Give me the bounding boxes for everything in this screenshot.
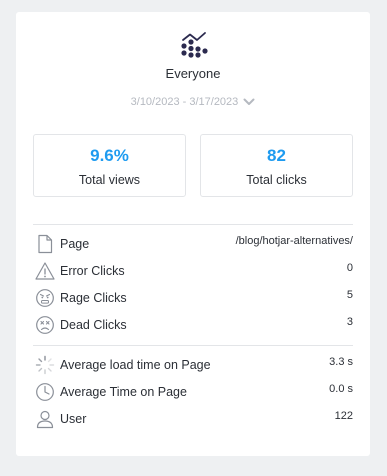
avg-time-on-page-row: Average Time on Page 0.0 s (33, 380, 353, 404)
page-row: Page /blog/hotjar-alternatives/ (33, 232, 353, 256)
user-value: 122 (334, 410, 353, 422)
error-clicks-row: Error Clicks 0 (33, 259, 353, 283)
divider (33, 224, 353, 225)
total-clicks-value: 82 (267, 146, 286, 165)
user-label: User (60, 412, 87, 426)
page-value: /blog/hotjar-alternatives/ (235, 235, 353, 247)
page-label: Page (60, 237, 90, 251)
sad-face-icon (36, 316, 54, 334)
heatmap-info-card: Everyone 3/10/2023 - 3/17/2023 9.6% Tota… (16, 12, 370, 456)
rage-clicks-row: Rage Clicks 5 (33, 286, 353, 310)
segment-chart-icon (181, 32, 208, 58)
date-range-text: 3/10/2023 - 3/17/2023 (130, 96, 239, 108)
rage-clicks-label: Rage Clicks (60, 291, 127, 305)
user-row: User 122 (33, 407, 353, 431)
dead-clicks-value: 3 (346, 316, 353, 328)
divider (33, 345, 353, 346)
avg-load-time-row: Average load time on Page 3.3 s (33, 353, 353, 377)
avg-time-on-page-label: Average Time on Page (60, 385, 187, 399)
page-icon (38, 234, 53, 254)
loading-spinner-icon (35, 355, 55, 375)
rage-clicks-value: 5 (346, 289, 353, 301)
total-views-card: 9.6% Total views (33, 134, 186, 197)
avg-load-time-value: 3.3 s (329, 356, 353, 368)
warning-icon (35, 262, 55, 280)
segment-name: Everyone (165, 66, 221, 81)
total-clicks-label: Total clicks (246, 173, 307, 187)
avg-time-on-page-value: 0.0 s (329, 383, 353, 395)
total-views-value: 9.6% (90, 146, 129, 165)
error-clicks-label: Error Clicks (60, 264, 125, 278)
user-icon (36, 410, 54, 429)
chevron-down-icon (243, 98, 255, 106)
date-range-selector[interactable]: 3/10/2023 - 3/17/2023 (16, 96, 370, 108)
dead-clicks-row: Dead Clicks 3 (33, 313, 353, 337)
avg-load-time-label: Average load time on Page (60, 358, 211, 372)
total-clicks-card: 82 Total clicks (200, 134, 353, 197)
error-clicks-value: 0 (346, 262, 353, 274)
total-views-label: Total views (78, 173, 141, 187)
clock-icon (36, 383, 54, 401)
dead-clicks-label: Dead Clicks (60, 318, 127, 332)
angry-face-icon (36, 289, 54, 307)
